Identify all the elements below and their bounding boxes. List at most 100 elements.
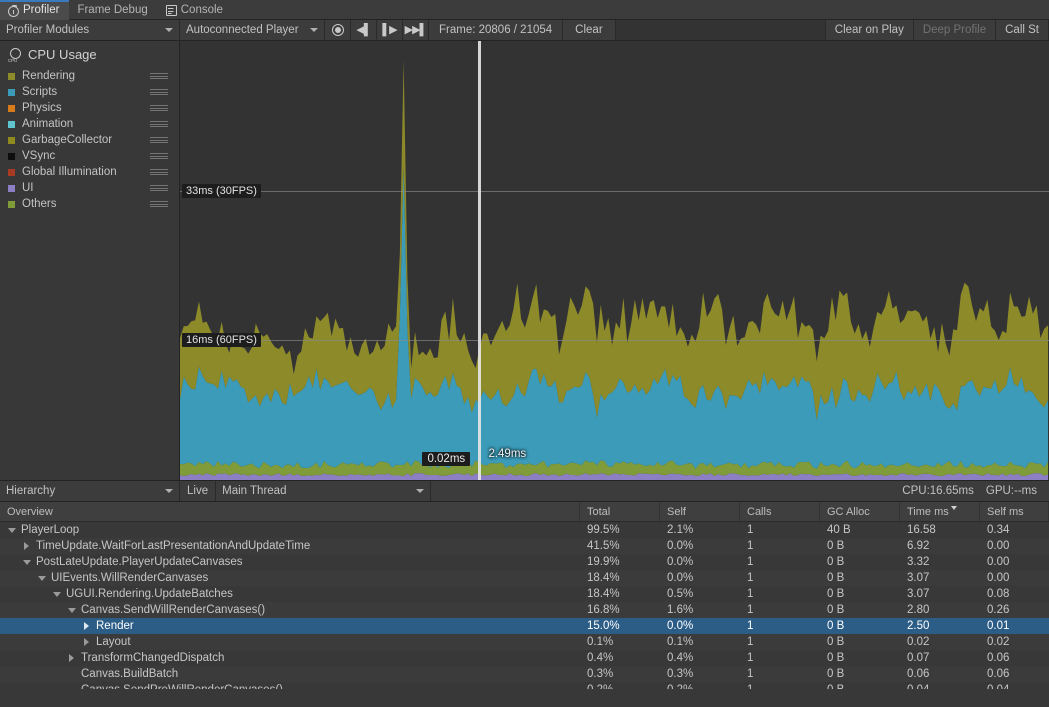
row-name-cell: Canvas.SendPreWillRenderCanvases() bbox=[0, 684, 580, 689]
call-stacks-toggle[interactable]: Call St bbox=[996, 20, 1049, 40]
fold-arrow-open-icon[interactable] bbox=[21, 559, 32, 565]
table-row[interactable]: Render 15.0% 0.0% 1 0 B 2.50 0.01 bbox=[0, 618, 1049, 634]
legend-item-label: Others bbox=[22, 198, 57, 210]
hierarchy-table-body[interactable]: PlayerLoop 99.5% 2.1% 1 40 B 16.58 0.34 TimeUpd… bbox=[0, 522, 1049, 689]
toolbar-spacer bbox=[615, 20, 826, 40]
last-frame-icon: ▶▶▌ bbox=[404, 23, 428, 36]
fold-arrow-closed-icon[interactable] bbox=[81, 622, 92, 630]
legend-item-ui[interactable]: UI bbox=[0, 180, 179, 196]
sort-descending-icon bbox=[951, 506, 957, 510]
tab-frame-debug-label: Frame Debug bbox=[77, 4, 148, 16]
target-player-dropdown[interactable]: Autoconnected Player bbox=[180, 20, 325, 40]
table-row[interactable]: Layout 0.1% 0.1% 1 0 B 0.02 0.02 bbox=[0, 634, 1049, 650]
view-type-dropdown[interactable]: Hierarchy bbox=[0, 481, 180, 501]
column-header-label: GC Alloc bbox=[827, 505, 870, 518]
thread-dropdown[interactable]: Main Thread bbox=[216, 481, 432, 501]
fold-arrow-open-icon[interactable] bbox=[36, 575, 47, 581]
drag-handle-icon[interactable] bbox=[150, 152, 168, 160]
column-header-calls[interactable]: Calls bbox=[740, 502, 820, 521]
tab-console[interactable]: Console bbox=[158, 0, 233, 20]
fold-arrow-open-icon[interactable] bbox=[66, 607, 77, 613]
drag-handle-icon[interactable] bbox=[150, 136, 168, 144]
row-self-cell: 0.0% bbox=[667, 556, 694, 568]
legend-item-scripts[interactable]: Scripts bbox=[0, 84, 179, 100]
row-name-cell: TransformChangedDispatch bbox=[0, 652, 580, 664]
legend-item-label: UI bbox=[22, 182, 34, 194]
row-timems-cell: 3.07 bbox=[907, 588, 930, 600]
column-header-self-ms[interactable]: Self ms bbox=[980, 502, 1049, 521]
row-total-cell: 99.5% bbox=[587, 524, 620, 536]
row-name-label: TimeUpdate.WaitForLastPresentationAndUpd… bbox=[36, 540, 311, 552]
drag-handle-icon[interactable] bbox=[150, 104, 168, 112]
deep-profile-toggle[interactable]: Deep Profile bbox=[914, 20, 997, 40]
legend-item-garbagecollector[interactable]: GarbageCollector bbox=[0, 132, 179, 148]
table-row[interactable]: TransformChangedDispatch 0.4% 0.4% 1 0 B 0.07… bbox=[0, 650, 1049, 666]
previous-frame-button[interactable]: ◀▌ bbox=[351, 20, 377, 40]
row-gcalloc-cell: 0 B bbox=[827, 604, 845, 616]
legend-item-others[interactable]: Others bbox=[0, 196, 179, 212]
last-frame-button[interactable]: ▶▶▌ bbox=[403, 20, 429, 40]
table-row[interactable]: UGUI.Rendering.UpdateBatches 18.4% 0.5% 1 0 … bbox=[0, 586, 1049, 602]
tab-console-label: Console bbox=[180, 4, 223, 16]
next-frame-button[interactable]: ▌▶ bbox=[377, 20, 403, 40]
tab-profiler[interactable]: Profiler bbox=[0, 0, 70, 20]
row-calls-cell: 1 bbox=[747, 524, 754, 536]
row-total-cell: 18.4% bbox=[587, 572, 620, 584]
drag-handle-icon[interactable] bbox=[150, 120, 168, 128]
legend-item-physics[interactable]: Physics bbox=[0, 100, 179, 116]
table-row[interactable]: PlayerLoop 99.5% 2.1% 1 40 B 16.58 0.34 bbox=[0, 522, 1049, 538]
row-total-cell: 0.1% bbox=[587, 636, 614, 648]
drag-handle-icon[interactable] bbox=[150, 88, 168, 96]
legend-item-label: Rendering bbox=[22, 70, 76, 82]
fold-arrow-open-icon[interactable] bbox=[6, 527, 17, 533]
row-name-label: Canvas.BuildBatch bbox=[81, 668, 179, 680]
fold-arrow-closed-icon[interactable] bbox=[81, 638, 92, 646]
fold-arrow-closed-icon[interactable] bbox=[21, 542, 32, 550]
column-header-time-ms[interactable]: Time ms bbox=[900, 502, 980, 521]
profiler-modules-dropdown[interactable]: Profiler Modules bbox=[0, 20, 180, 40]
drag-handle-icon[interactable] bbox=[150, 72, 168, 80]
table-row[interactable]: UIEvents.WillRenderCanvases 18.4% 0.0% 1 0 B… bbox=[0, 570, 1049, 586]
row-calls-cell: 1 bbox=[747, 588, 754, 600]
legend-swatch-icon bbox=[8, 136, 15, 144]
record-button[interactable] bbox=[325, 20, 351, 40]
table-row[interactable]: Canvas.SendWillRenderCanvases() 16.8% 1.6%… bbox=[0, 602, 1049, 618]
legend-item-rendering[interactable]: Rendering bbox=[0, 68, 179, 84]
fold-arrow-open-icon[interactable] bbox=[51, 591, 62, 597]
clear-on-play-toggle[interactable]: Clear on Play bbox=[826, 20, 914, 40]
table-row[interactable]: TimeUpdate.WaitForLastPresentationAndUpd… bbox=[0, 538, 1049, 554]
drag-handle-icon[interactable] bbox=[150, 168, 168, 176]
row-gcalloc-cell: 0 B bbox=[827, 668, 845, 680]
column-header-gc-alloc[interactable]: GC Alloc bbox=[820, 502, 900, 521]
row-gcalloc-cell: 0 B bbox=[827, 620, 845, 632]
frame-cursor-line[interactable] bbox=[477, 41, 481, 480]
table-row[interactable]: PostLateUpdate.PlayerUpdateCanvases 19.9%… bbox=[0, 554, 1049, 570]
table-row[interactable]: Canvas.SendPreWillRenderCanvases()0.2%0.… bbox=[0, 682, 1049, 689]
drag-handle-icon[interactable] bbox=[150, 184, 168, 192]
legend-swatch-icon bbox=[8, 152, 15, 160]
row-gcalloc-cell: 0 B bbox=[827, 636, 845, 648]
table-row[interactable]: Canvas.BuildBatch 0.3% 0.3% 1 0 B 0.06 0.06 bbox=[0, 666, 1049, 682]
legend-item-global-illumination[interactable]: Global Illumination bbox=[0, 164, 179, 180]
cpu-usage-chart[interactable]: 33ms (30FPS) 16ms (60FPS) 0.02ms 2.49ms bbox=[180, 41, 1049, 480]
legend-swatch-icon bbox=[8, 184, 15, 192]
clear-button[interactable]: Clear bbox=[563, 20, 616, 40]
tab-frame-debug[interactable]: Frame Debug bbox=[69, 0, 157, 20]
row-timems-cell: 2.80 bbox=[907, 604, 930, 616]
legend-item-label: GarbageCollector bbox=[22, 134, 113, 146]
row-gcalloc-cell: 0 B bbox=[827, 556, 845, 568]
legend-item-animation[interactable]: Animation bbox=[0, 116, 179, 132]
column-header-total[interactable]: Total bbox=[580, 502, 660, 521]
row-gcalloc-cell: 0 B bbox=[820, 684, 900, 689]
row-gcalloc-cell: 0 B bbox=[827, 588, 845, 600]
window-tab-bar: Profiler Frame Debug Console bbox=[0, 0, 1049, 20]
row-calls-cell: 1 bbox=[747, 572, 754, 584]
column-header-self[interactable]: Self bbox=[660, 502, 740, 521]
column-header-overview[interactable]: Overview bbox=[0, 502, 580, 521]
fold-arrow-closed-icon[interactable] bbox=[66, 654, 77, 662]
row-name-label: PostLateUpdate.PlayerUpdateCanvases bbox=[36, 556, 243, 568]
drag-handle-icon[interactable] bbox=[150, 200, 168, 208]
live-toggle[interactable]: Live bbox=[180, 481, 217, 501]
legend-item-vsync[interactable]: VSync bbox=[0, 148, 179, 164]
deep-profile-label: Deep Profile bbox=[922, 24, 987, 36]
